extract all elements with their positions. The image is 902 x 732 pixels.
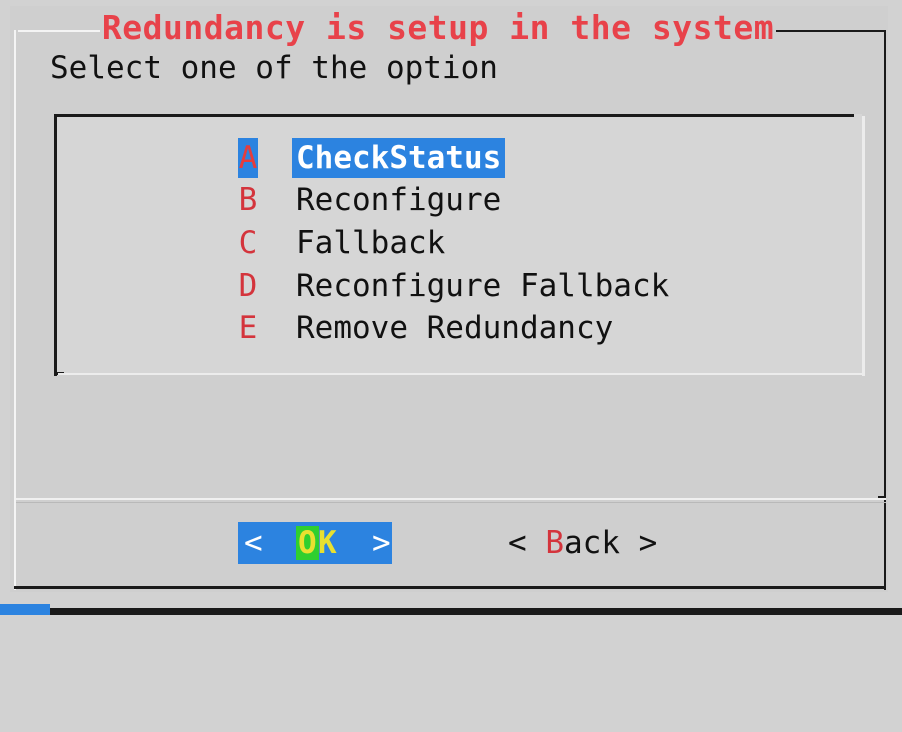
ok-button-right-bracket: > bbox=[372, 525, 391, 561]
menu-item-key: C bbox=[238, 225, 258, 261]
dialog-border-top-left bbox=[18, 30, 100, 32]
listbox-border-left bbox=[54, 114, 57, 376]
menu-item-key: A bbox=[238, 138, 258, 178]
terminal-bottom-strip bbox=[0, 604, 50, 615]
button-area-divider-tick bbox=[878, 496, 886, 498]
ok-button-hotkey: O bbox=[296, 525, 319, 561]
ok-button-left-bracket: < bbox=[244, 525, 263, 561]
ok-button[interactable]: < O K > bbox=[238, 522, 392, 564]
terminal-bottom-edge bbox=[50, 608, 902, 615]
menu-item-key: E bbox=[238, 310, 258, 346]
back-button-label-rest: ack bbox=[564, 525, 620, 561]
listbox-border-right bbox=[862, 116, 865, 376]
menu-item-fallback[interactable]: C Fallback bbox=[238, 223, 446, 263]
back-button-right-bracket: > bbox=[620, 525, 658, 561]
menu-item-label: Reconfigure bbox=[296, 182, 502, 218]
listbox-border-top bbox=[54, 114, 854, 117]
listbox-border-bottom bbox=[58, 373, 864, 375]
menu-item-remove-redundancy[interactable]: E Remove Redundancy bbox=[238, 308, 614, 348]
back-button[interactable]: < Back > bbox=[508, 522, 657, 564]
ok-button-label-rest: K bbox=[318, 525, 337, 561]
menu-item-label: CheckStatus bbox=[292, 138, 506, 178]
back-button-left-bracket: < bbox=[508, 525, 546, 561]
dialog-border-bottom bbox=[14, 586, 886, 589]
button-area-divider bbox=[16, 498, 886, 500]
menu-item-label: Remove Redundancy bbox=[296, 310, 614, 346]
menu-item-label: Fallback bbox=[296, 225, 446, 261]
menu-item-key: D bbox=[238, 268, 258, 304]
dialog-prompt: Select one of the option bbox=[50, 50, 498, 86]
menu-item-key: B bbox=[238, 182, 258, 218]
dialog-border-right bbox=[884, 30, 886, 590]
menu-item-label: Reconfigure Fallback bbox=[296, 268, 670, 304]
back-button-hotkey: B bbox=[545, 525, 564, 561]
menu-item-reconfigure[interactable]: B Reconfigure bbox=[238, 180, 502, 220]
dialog-border-top-right bbox=[776, 30, 886, 32]
menu-item-reconfigure-fallback[interactable]: D Reconfigure Fallback bbox=[238, 266, 670, 306]
dialog-title: Redundancy is setup in the system bbox=[100, 8, 776, 47]
button-area-divider-shadow bbox=[16, 502, 886, 503]
dialog-border-left bbox=[14, 30, 16, 590]
menu-item-checkstatus[interactable]: A CheckStatus bbox=[238, 138, 506, 178]
